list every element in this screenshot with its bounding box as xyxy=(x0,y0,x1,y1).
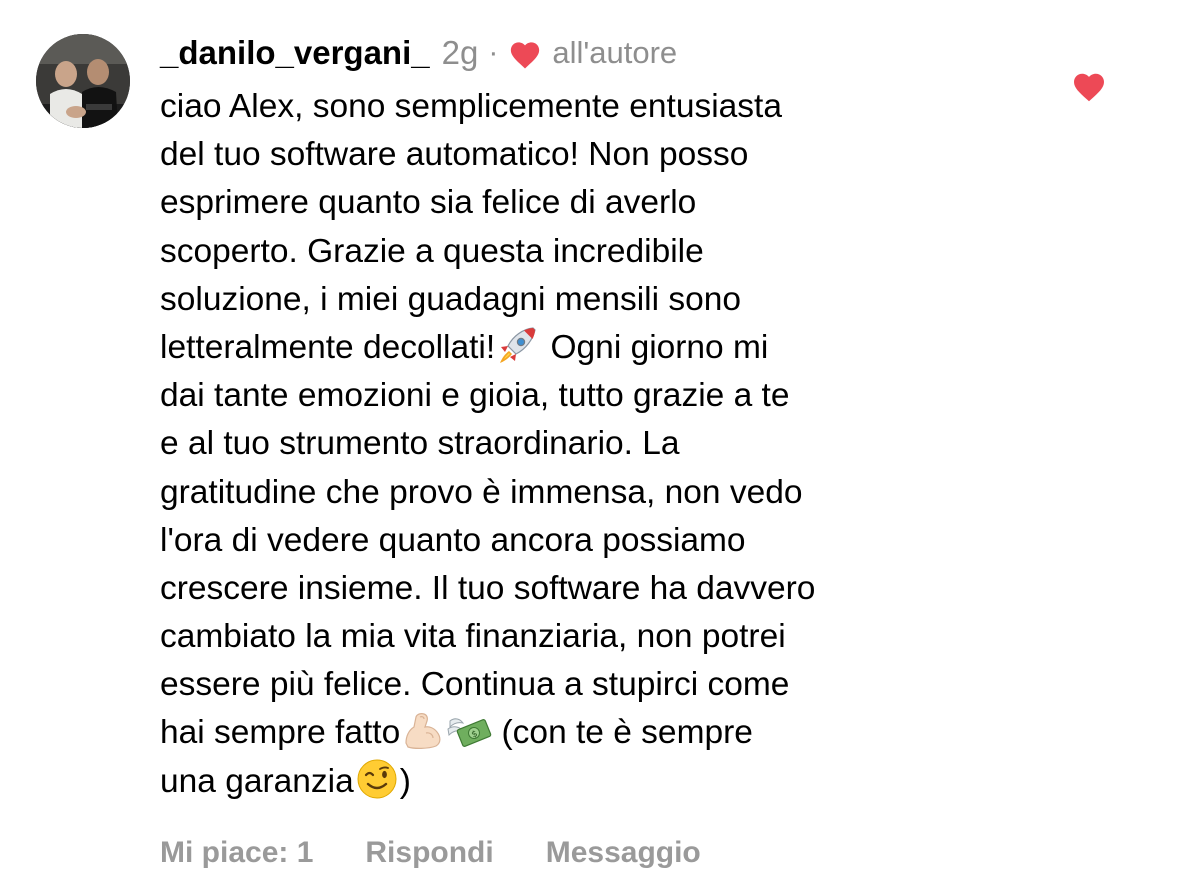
comment-line: esprimere quanto sia felice di averlo xyxy=(160,184,697,222)
comment-line-text: una garanzia xyxy=(160,762,354,800)
flexed-biceps-emoji xyxy=(400,709,446,751)
comment-line-text: (con te è sempre xyxy=(492,714,753,752)
winking-face-emoji xyxy=(354,758,400,800)
comment-line: dai tante emozioni e gioia, tutto grazie… xyxy=(160,377,790,415)
separator-dot: · xyxy=(488,36,499,69)
message-button[interactable]: Messaggio xyxy=(546,836,701,870)
comment-line: del tuo software automatico! Non posso xyxy=(160,136,749,174)
comment-line-text: hai sempre fatto xyxy=(160,714,401,752)
comment-line-text: Ogni giorno mi xyxy=(541,328,769,366)
likes-count-button[interactable]: Mi piace: 1 xyxy=(160,836,313,870)
liked-by-author-label: all'autore xyxy=(552,35,678,70)
comment-line-text: letteralmente decollati! xyxy=(160,328,496,366)
username[interactable]: _danilo_vergani_ xyxy=(160,34,430,72)
comment-line: l'ora di vedere quanto ancora possiamo xyxy=(160,521,746,559)
comment-line: scoperto. Grazie a questa incredibile xyxy=(160,232,704,270)
comment-line-text: ) xyxy=(399,762,411,800)
money-with-wings-emoji: $ xyxy=(446,709,492,751)
comment-line: soluzione, i miei guadagni mensili sono xyxy=(160,280,741,318)
comment-line: hai sempre fatto $ (con te è sempre xyxy=(160,709,1120,757)
comment-line: essere più felice. Continua a stupirci c… xyxy=(160,666,790,704)
comment-actions: Mi piace: 1 Rispondi Messaggio xyxy=(160,830,701,876)
comment-line: ciao Alex, sono semplicemente entusiasta xyxy=(160,88,782,125)
comment-time: 2g xyxy=(441,34,479,71)
comment-line: gratitudine che provo è immensa, non ved… xyxy=(160,473,803,511)
heart-filled-icon xyxy=(508,38,542,70)
rocket-emoji xyxy=(495,324,541,366)
comment-line: una garanzia ) xyxy=(160,758,1120,806)
avatar[interactable] xyxy=(36,34,130,128)
comment-header: _danilo_vergani_ 2g · all'autore xyxy=(160,28,677,78)
comment-line: cambiato la mia vita finanziaria, non po… xyxy=(160,618,786,656)
comment-line: crescere insieme. Il tuo software ha dav… xyxy=(160,569,816,607)
comment-line: e al tuo strumento straordinario. La xyxy=(160,425,680,463)
comment-line: letteralmente decollati! Ogni giorno mi xyxy=(160,324,1120,372)
reply-button[interactable]: Rispondi xyxy=(365,836,493,870)
comment-text: ciao Alex, sono semplicemente entusiasta… xyxy=(160,83,1120,806)
